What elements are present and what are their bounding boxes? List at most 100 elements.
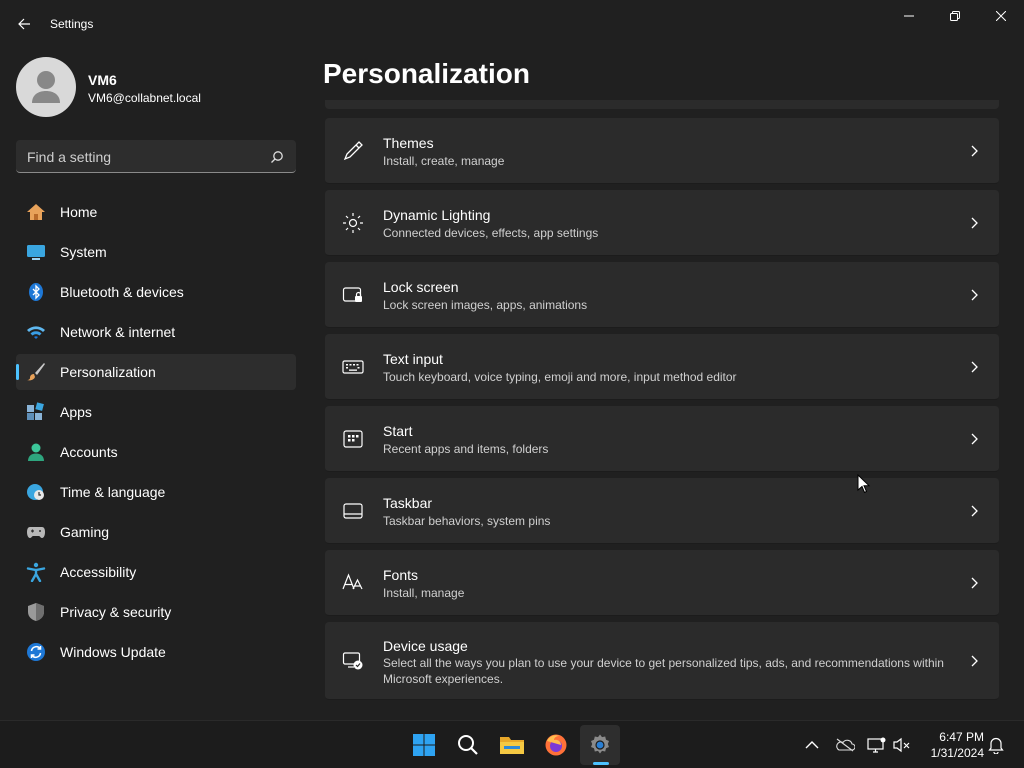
clock-time: 6:47 PM [939,730,984,744]
onedrive-tray-button[interactable] [835,735,855,755]
chevron-right-icon [971,655,978,667]
search-placeholder: Find a setting [27,149,112,165]
card-title: Taskbar [383,495,433,511]
card-themes[interactable]: Themes Install, create, manage [325,118,999,184]
sidebar-item-label: Privacy & security [60,604,172,620]
sidebar-item-time-language[interactable]: Time & language [16,474,296,510]
mouse-cursor-icon [857,474,871,494]
bluetooth-icon [26,282,46,302]
file-explorer-icon [500,737,524,754]
card-subtitle: Lock screen images, apps, animations [383,298,588,312]
search-icon [458,735,478,755]
card-subtitle: Connected devices, effects, app settings [383,226,599,240]
card-fonts[interactable]: Fonts Install, manage [325,550,999,616]
notification-bell-icon [988,737,1004,754]
chevron-right-icon [971,289,978,301]
chevron-right-icon [971,433,978,445]
start-button[interactable] [404,725,444,765]
card-dynamic-lighting[interactable]: Dynamic Lighting Connected devices, effe… [325,190,999,256]
lighting-icon [341,211,365,235]
card-subtitle: Install, create, manage [383,154,505,168]
windows-start-icon [413,734,435,756]
sidebar-item-home[interactable]: Home [16,194,296,230]
sidebar-item-label: Accounts [60,444,118,460]
onedrive-icon [836,738,855,752]
sidebar-item-bluetooth[interactable]: Bluetooth & devices [16,274,296,310]
search-input[interactable]: Find a setting [16,140,296,173]
clock-date: 1/31/2024 [930,746,984,760]
taskbar-clock[interactable]: 6:47 PM 1/31/2024 [920,729,984,761]
partial-card [325,100,999,109]
page-title: Personalization [323,58,530,89]
accounts-icon [26,442,46,462]
firefox-icon [545,734,567,756]
sidebar-item-gaming[interactable]: Gaming [16,514,296,550]
sidebar-item-label: Home [60,204,98,220]
sidebar-nav: Home System Bluetooth & devices Network … [16,194,296,674]
card-title: Fonts [383,567,419,583]
settings-taskbar-button[interactable] [580,725,620,765]
back-button[interactable] [10,12,38,36]
sidebar-item-label: Network & internet [60,324,176,340]
notifications-button[interactable] [986,735,1006,755]
sidebar-item-system[interactable]: System [16,234,296,270]
volume-tray-button[interactable] [892,735,912,755]
card-lock-screen[interactable]: Lock screen Lock screen images, apps, an… [325,262,999,328]
paintbrush-icon [26,362,46,382]
chevron-up-icon [805,741,819,749]
card-title: Lock screen [383,279,459,295]
search-icon [271,151,283,163]
sidebar-item-privacy-security[interactable]: Privacy & security [16,594,296,630]
sidebar-item-accessibility[interactable]: Accessibility [16,554,296,590]
card-subtitle: Select all the ways you plan to use your… [383,656,944,686]
minimize-button[interactable] [886,0,932,32]
card-subtitle: Taskbar behaviors, system pins [383,514,551,528]
back-arrow-icon [18,18,30,30]
volume-muted-icon [893,737,910,753]
sidebar-item-label: Gaming [60,524,110,540]
sidebar-item-accounts[interactable]: Accounts [16,434,296,470]
user-profile[interactable]: VM6 VM6@collabnet.local [16,57,296,117]
sidebar-item-network[interactable]: Network & internet [16,314,296,350]
chevron-right-icon [971,577,978,589]
system-icon [26,242,46,262]
app-title: Settings [50,17,94,31]
card-text-input[interactable]: Text input Touch keyboard, voice typing,… [325,334,999,400]
settings-gear-icon [591,734,609,754]
windows-update-icon [26,642,46,662]
active-app-indicator [593,762,609,765]
card-start[interactable]: Start Recent apps and items, folders [325,406,999,472]
sidebar-item-windows-update[interactable]: Windows Update [16,634,296,670]
chevron-right-icon [971,361,978,373]
card-title: Themes [383,135,434,151]
home-icon [26,202,46,222]
sidebar-item-label: Accessibility [60,564,137,580]
card-subtitle: Recent apps and items, folders [383,442,549,456]
sidebar-item-label: Bluetooth & devices [60,284,184,300]
fonts-icon [341,571,365,595]
close-button[interactable] [978,0,1024,32]
card-device-usage[interactable]: Device usage Select all the ways you pla… [325,622,999,700]
restore-button[interactable] [932,0,978,32]
gamepad-icon [26,522,46,542]
taskbar-search-button[interactable] [448,725,488,765]
firefox-button[interactable] [536,725,576,765]
chevron-right-icon [971,505,978,517]
wifi-icon [26,322,46,342]
card-title: Device usage [383,638,468,654]
sidebar-item-apps[interactable]: Apps [16,394,296,430]
avatar [16,57,76,117]
keyboard-icon [341,355,365,379]
show-hidden-icons-button[interactable] [802,735,822,755]
card-title: Dynamic Lighting [383,207,491,223]
sidebar-item-label: Apps [60,404,92,420]
file-explorer-button[interactable] [492,725,532,765]
chevron-right-icon [971,145,978,157]
sidebar-item-label: System [60,244,107,260]
time-language-icon [26,482,46,502]
network-icon [867,737,886,753]
sidebar-item-personalization[interactable]: Personalization [16,354,296,390]
card-taskbar[interactable]: Taskbar Taskbar behaviors, system pins [325,478,999,544]
network-tray-button[interactable] [866,735,886,755]
user-name: VM6 [88,72,117,88]
